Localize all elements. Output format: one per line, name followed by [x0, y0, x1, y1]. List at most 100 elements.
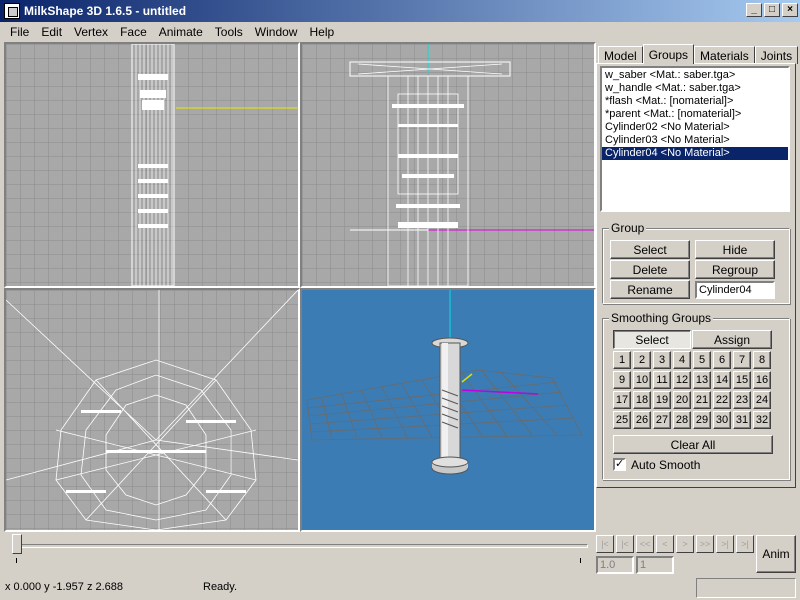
smoothing-group-4-button[interactable]: 4 [673, 351, 691, 369]
tab-materials[interactable]: Materials [694, 46, 755, 64]
regroup-button[interactable]: Regroup [695, 260, 775, 279]
smoothing-group-9-button[interactable]: 9 [613, 371, 631, 389]
smoothing-group-14-button[interactable]: 14 [713, 371, 731, 389]
smoothing-group-26-button[interactable]: 26 [633, 411, 651, 429]
smoothing-group-28-button[interactable]: 28 [673, 411, 691, 429]
rewind-button[interactable]: << [636, 535, 654, 553]
list-item[interactable]: *flash <Mat.: [nomaterial]> [602, 95, 788, 108]
smoothing-group-32-button[interactable]: 32 [753, 411, 771, 429]
menu-help[interactable]: Help [303, 25, 340, 39]
smoothing-group-16-button[interactable]: 16 [753, 371, 771, 389]
viewport-3d-canvas [302, 290, 594, 530]
title-bar: MilkShape 3D 1.6.5 - untitled _ □ × [0, 0, 800, 22]
viewport-front[interactable] [4, 42, 300, 288]
timeline-tick [580, 558, 581, 563]
smoothing-group-19-button[interactable]: 19 [653, 391, 671, 409]
smoothing-group-23-button[interactable]: 23 [733, 391, 751, 409]
tab-joints[interactable]: Joints [754, 46, 799, 64]
status-message: Ready. [203, 581, 238, 593]
menu-vertex[interactable]: Vertex [68, 25, 114, 39]
smoothing-group-3-button[interactable]: 3 [653, 351, 671, 369]
smoothing-group-10-button[interactable]: 10 [633, 371, 651, 389]
prev-frame-button[interactable]: < [656, 535, 674, 553]
smoothing-group-30-button[interactable]: 30 [713, 411, 731, 429]
smoothing-group-29-button[interactable]: 29 [693, 411, 711, 429]
smoothing-groups-legend: Smoothing Groups [609, 311, 714, 325]
menu-bar: File Edit Vertex Face Animate Tools Wind… [0, 22, 800, 41]
status-pane-extra [696, 578, 796, 598]
auto-smooth-label: Auto Smooth [631, 458, 701, 472]
select-group-button[interactable]: Select [610, 240, 690, 259]
tab-groups[interactable]: Groups [642, 44, 695, 64]
list-item-selected[interactable]: Cylinder04 <No Material> [602, 147, 788, 160]
next-frame-button[interactable]: > [676, 535, 694, 553]
smoothing-group-25-button[interactable]: 25 [613, 411, 631, 429]
group-list[interactable]: w_saber <Mat.: saber.tga> w_handle <Mat.… [600, 66, 790, 212]
smoothing-select-button[interactable]: Select [613, 330, 691, 349]
viewport-top[interactable] [300, 42, 596, 288]
smoothing-assign-button[interactable]: Assign [692, 330, 772, 349]
smoothing-group-31-button[interactable]: 31 [733, 411, 751, 429]
current-frame-field[interactable]: 1.0 [596, 556, 634, 574]
minimize-button[interactable]: _ [746, 3, 762, 17]
smoothing-group-18-button[interactable]: 18 [633, 391, 651, 409]
list-item[interactable]: Cylinder02 <No Material> [602, 121, 788, 134]
rename-group-button[interactable]: Rename [610, 280, 690, 299]
menu-tools[interactable]: Tools [209, 25, 249, 39]
smoothing-group-22-button[interactable]: 22 [713, 391, 731, 409]
smoothing-group-5-button[interactable]: 5 [693, 351, 711, 369]
smoothing-group-15-button[interactable]: 15 [733, 371, 751, 389]
timeline [4, 534, 592, 572]
total-frames-field[interactable]: 1 [636, 556, 674, 574]
delete-group-button[interactable]: Delete [610, 260, 690, 279]
smoothing-group-13-button[interactable]: 13 [693, 371, 711, 389]
timeline-track[interactable] [16, 544, 588, 548]
panel-tabs: Model Groups Materials Joints [598, 44, 799, 64]
smoothing-group-20-button[interactable]: 20 [673, 391, 691, 409]
clear-all-button[interactable]: Clear All [613, 435, 773, 454]
timeline-tick [16, 558, 17, 563]
window-title: MilkShape 3D 1.6.5 - untitled [24, 4, 187, 18]
auto-smooth-checkbox[interactable]: ✓ [613, 458, 626, 471]
group-box-legend: Group [609, 221, 647, 235]
list-item[interactable]: *parent <Mat.: [nomaterial]> [602, 108, 788, 121]
smoothing-group-24-button[interactable]: 24 [753, 391, 771, 409]
viewport-side[interactable] [4, 288, 300, 532]
viewport-3d[interactable] [300, 288, 596, 532]
hide-group-button[interactable]: Hide [695, 240, 775, 259]
status-bar: x 0.000 y -1.957 z 2.688 Ready. [0, 576, 800, 600]
list-item[interactable]: w_saber <Mat.: saber.tga> [602, 69, 788, 82]
menu-file[interactable]: File [4, 25, 35, 39]
fast-forward-button[interactable]: >> [696, 535, 714, 553]
list-item[interactable]: Cylinder03 <No Material> [602, 134, 788, 147]
timeline-slider-thumb[interactable] [12, 534, 22, 554]
smoothing-group-11-button[interactable]: 11 [653, 371, 671, 389]
smoothing-group-2-button[interactable]: 2 [633, 351, 651, 369]
group-name-field[interactable]: Cylinder04 [695, 281, 775, 299]
smoothing-group-7-button[interactable]: 7 [733, 351, 751, 369]
smoothing-group-8-button[interactable]: 8 [753, 351, 771, 369]
prev-key-button[interactable]: |< [616, 535, 634, 553]
maximize-button[interactable]: □ [764, 3, 780, 17]
menu-animate[interactable]: Animate [153, 25, 209, 39]
menu-window[interactable]: Window [249, 25, 304, 39]
anim-button[interactable]: Anim [756, 535, 796, 573]
smoothing-group-1-button[interactable]: 1 [613, 351, 631, 369]
first-frame-button[interactable]: |< [596, 535, 614, 553]
status-coordinates: x 0.000 y -1.957 z 2.688 [5, 581, 124, 593]
viewport-top-canvas [302, 44, 594, 286]
next-key-button[interactable]: >| [716, 535, 734, 553]
smoothing-group-17-button[interactable]: 17 [613, 391, 631, 409]
menu-face[interactable]: Face [114, 25, 153, 39]
menu-edit[interactable]: Edit [35, 25, 68, 39]
close-button[interactable]: × [782, 3, 798, 17]
smoothing-group-27-button[interactable]: 27 [653, 411, 671, 429]
smoothing-group-21-button[interactable]: 21 [693, 391, 711, 409]
last-frame-button[interactable]: >| [736, 535, 754, 553]
viewport-front-canvas [6, 44, 298, 286]
list-item[interactable]: w_handle <Mat.: saber.tga> [602, 82, 788, 95]
viewport-side-canvas [6, 290, 298, 530]
smoothing-group-6-button[interactable]: 6 [713, 351, 731, 369]
smoothing-group-12-button[interactable]: 12 [673, 371, 691, 389]
tab-model[interactable]: Model [598, 46, 643, 64]
